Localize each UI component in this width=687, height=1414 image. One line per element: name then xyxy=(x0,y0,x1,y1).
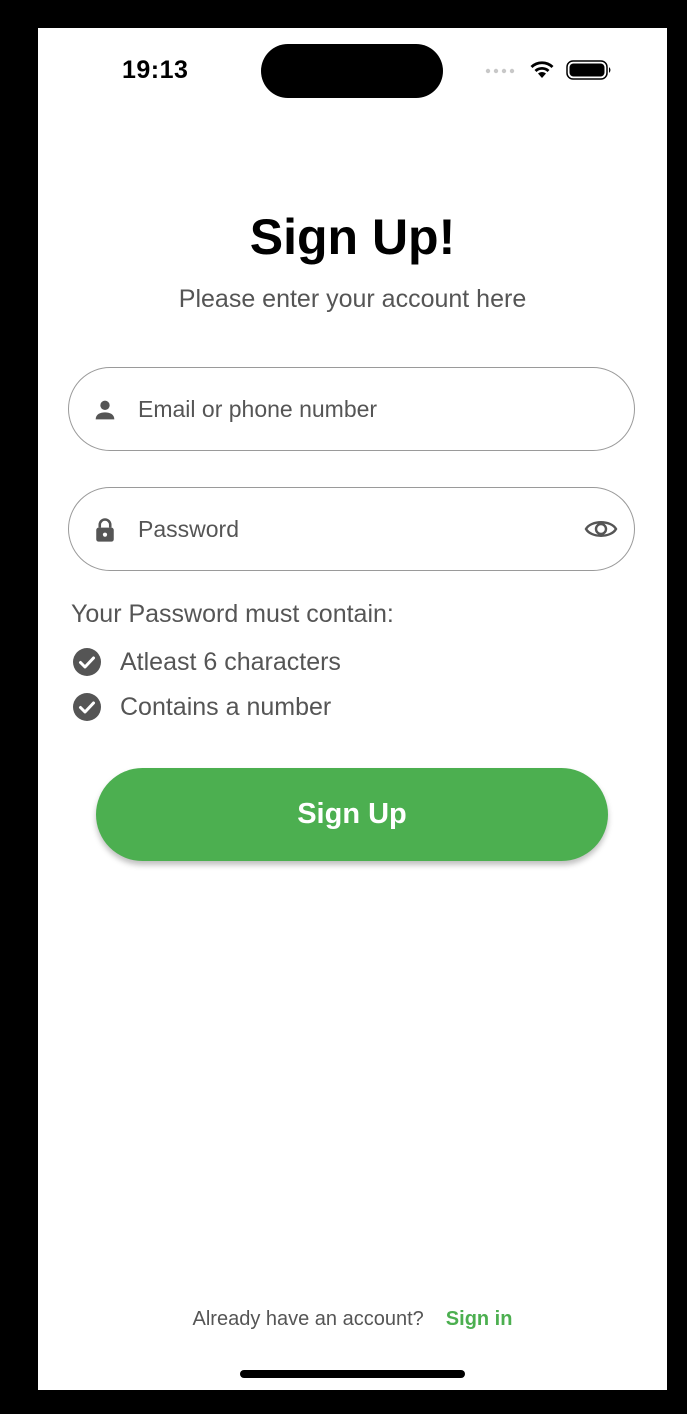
password-placeholder: Password xyxy=(138,516,239,542)
cellular-signal-icon xyxy=(485,68,515,74)
eye-icon[interactable] xyxy=(584,514,618,544)
password-requirements-heading: Your Password must contain: xyxy=(71,600,394,628)
battery-icon xyxy=(566,60,611,80)
email-placeholder: Email or phone number xyxy=(138,396,378,422)
signin-prompt: Already have an account? Sign in xyxy=(38,1308,667,1331)
check-circle-icon xyxy=(73,648,101,676)
phone-screen: 19:13 Sign Up! Please enter your account… xyxy=(38,28,667,1390)
already-have-account-text: Already have an account? xyxy=(192,1308,424,1330)
wifi-icon xyxy=(530,61,554,78)
home-indicator[interactable] xyxy=(240,1370,465,1378)
page-title: Sign Up! xyxy=(249,209,456,265)
signin-link[interactable]: Sign in xyxy=(446,1308,513,1330)
status-time: 19:13 xyxy=(122,56,189,84)
requirement-label: Contains a number xyxy=(120,693,332,721)
lock-icon xyxy=(96,518,114,542)
dynamic-island xyxy=(261,44,443,98)
email-field[interactable]: Email or phone number xyxy=(68,367,635,451)
password-field[interactable]: Password xyxy=(68,487,635,571)
signup-button[interactable]: Sign Up xyxy=(96,768,608,861)
check-circle-icon xyxy=(73,693,101,721)
page-subtitle: Please enter your account here xyxy=(178,285,527,313)
person-icon xyxy=(95,400,115,420)
device-frame: 19:13 Sign Up! Please enter your account… xyxy=(0,0,687,1414)
requirement-label: Atleast 6 characters xyxy=(120,648,341,676)
